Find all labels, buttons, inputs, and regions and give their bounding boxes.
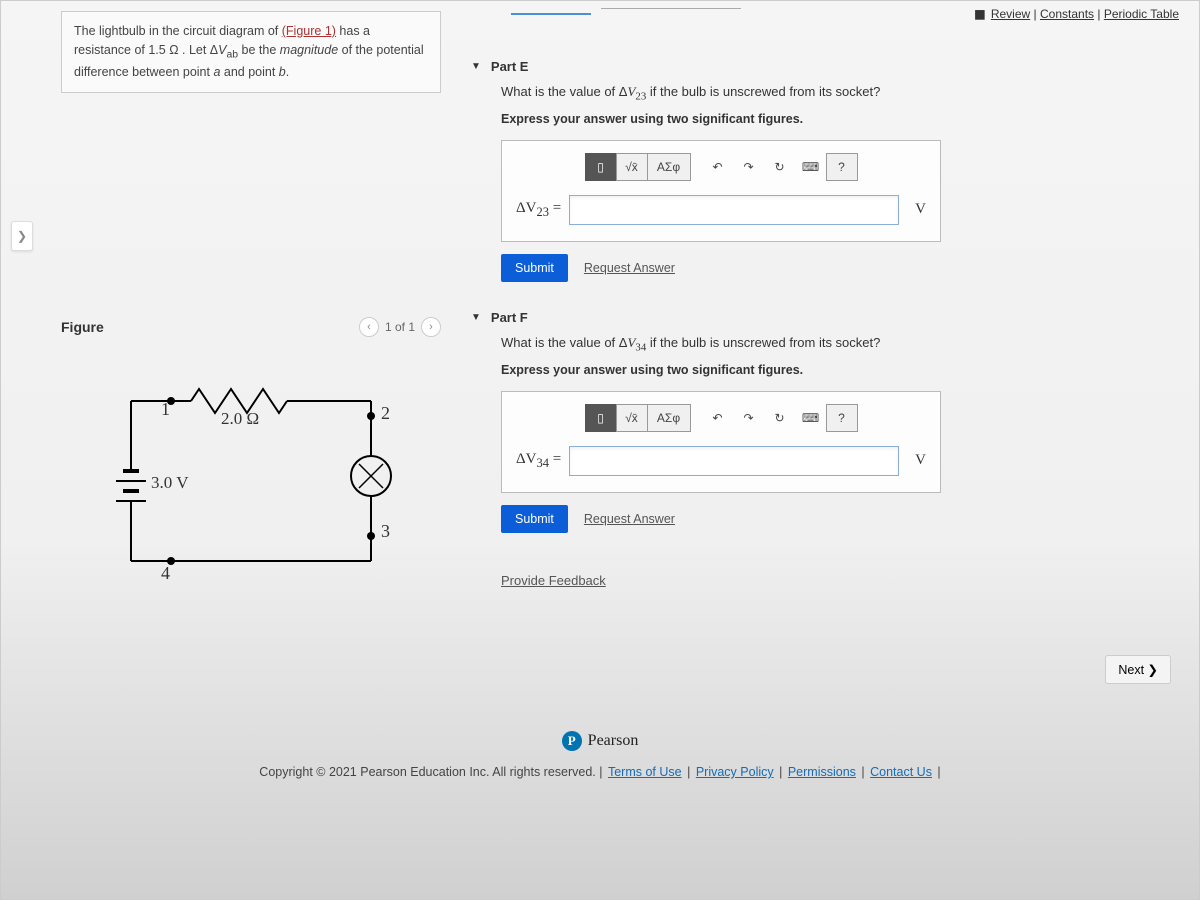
undo-button[interactable]: ↶	[702, 404, 734, 432]
help-button[interactable]: ?	[826, 153, 858, 181]
provide-feedback-link[interactable]: Provide Feedback	[501, 573, 606, 588]
part-e-answer-box: ▯ √x̄ ΑΣφ ↶ ↷ ↻ ⌨ ? ΔV23 =	[501, 140, 941, 242]
fraction-tool-button[interactable]: √x̄	[616, 404, 648, 432]
part-e-request-answer-link[interactable]: Request Answer	[584, 261, 675, 275]
template-tool-button[interactable]: ▯	[585, 153, 617, 181]
node-3-label: 3	[381, 521, 390, 542]
part-e-title: Part E	[491, 59, 529, 74]
node-1-label: 1	[161, 399, 170, 420]
resistor-value: 2.0 Ω	[221, 409, 259, 429]
figure-next-button[interactable]: ›	[421, 317, 441, 337]
part-f-variable-label: ΔV34 =	[516, 451, 561, 471]
part-e-variable-label: ΔV23 =	[516, 200, 561, 220]
periodic-table-link[interactable]: Periodic Table	[1104, 7, 1179, 21]
part-f-title: Part F	[491, 310, 528, 325]
constants-link[interactable]: Constants	[1040, 7, 1094, 21]
keyboard-button[interactable]: ⌨	[795, 153, 827, 181]
contact-link[interactable]: Contact Us	[870, 765, 932, 779]
pearson-logo-icon: P	[562, 731, 582, 751]
greek-tool-button[interactable]: ΑΣφ	[647, 153, 691, 181]
figure-1-link[interactable]: (Figure 1)	[282, 24, 336, 38]
part-f-answer-box: ▯ √x̄ ΑΣφ ↶ ↷ ↻ ⌨ ? ΔV34 =	[501, 391, 941, 493]
problem-statement: The lightbulb in the circuit diagram of …	[61, 11, 441, 93]
pause-icon: ▮▮	[974, 7, 983, 21]
part-e-unit: V	[915, 201, 926, 218]
active-tab-indicator	[511, 1, 591, 15]
copyright-text: Copyright © 2021 Pearson Education Inc. …	[259, 765, 595, 779]
figure-page-indicator: 1 of 1	[385, 320, 415, 334]
part-f-header[interactable]: ▼ Part F	[471, 302, 1179, 333]
part-f-submit-button[interactable]: Submit	[501, 505, 568, 533]
caret-down-icon: ▼	[471, 61, 481, 72]
fraction-tool-button[interactable]: √x̄	[616, 153, 648, 181]
template-tool-button[interactable]: ▯	[585, 404, 617, 432]
review-link[interactable]: Review	[991, 7, 1030, 21]
redo-button[interactable]: ↷	[733, 153, 765, 181]
privacy-link[interactable]: Privacy Policy	[696, 765, 774, 779]
figure-title: Figure	[61, 319, 104, 335]
footer: Copyright © 2021 Pearson Education Inc. …	[11, 765, 1189, 779]
node-2-label: 2	[381, 403, 390, 424]
permissions-link[interactable]: Permissions	[788, 765, 856, 779]
reset-button[interactable]: ↻	[764, 404, 796, 432]
expand-sidebar-button[interactable]: ❯	[11, 221, 33, 251]
part-e-submit-button[interactable]: Submit	[501, 254, 568, 282]
part-e-header[interactable]: ▼ Part E	[471, 51, 1179, 82]
keyboard-button[interactable]: ⌨	[795, 404, 827, 432]
help-button[interactable]: ?	[826, 404, 858, 432]
part-e-question: What is the value of ΔV23 if the bulb is…	[501, 82, 1179, 106]
greek-tool-button[interactable]: ΑΣφ	[647, 404, 691, 432]
part-f-question: What is the value of ΔV34 if the bulb is…	[501, 333, 1179, 357]
undo-button[interactable]: ↶	[702, 153, 734, 181]
part-e-answer-input[interactable]	[569, 195, 899, 225]
caret-down-icon: ▼	[471, 312, 481, 323]
pearson-brand: Pearson	[588, 732, 639, 750]
part-e-instruction: Express your answer using two significan…	[501, 112, 1179, 126]
top-resource-links: ▮▮ Review | Constants | Periodic Table	[974, 7, 1179, 21]
reset-button[interactable]: ↻	[764, 153, 796, 181]
part-f-answer-input[interactable]	[569, 446, 899, 476]
problem-text: The lightbulb in the circuit diagram of	[74, 24, 282, 38]
terms-link[interactable]: Terms of Use	[608, 765, 682, 779]
part-f-request-answer-link[interactable]: Request Answer	[584, 512, 675, 526]
next-button[interactable]: Next ❯	[1105, 655, 1171, 684]
node-4-label: 4	[161, 563, 170, 584]
part-f-unit: V	[915, 452, 926, 469]
part-f-instruction: Express your answer using two significan…	[501, 363, 1179, 377]
figure-prev-button[interactable]: ‹	[359, 317, 379, 337]
inactive-tab-indicator	[601, 8, 741, 9]
redo-button[interactable]: ↷	[733, 404, 765, 432]
battery-voltage: 3.0 V	[151, 473, 188, 493]
circuit-diagram: 1 2 3 4 2.0 Ω 3.0 V	[81, 361, 421, 601]
